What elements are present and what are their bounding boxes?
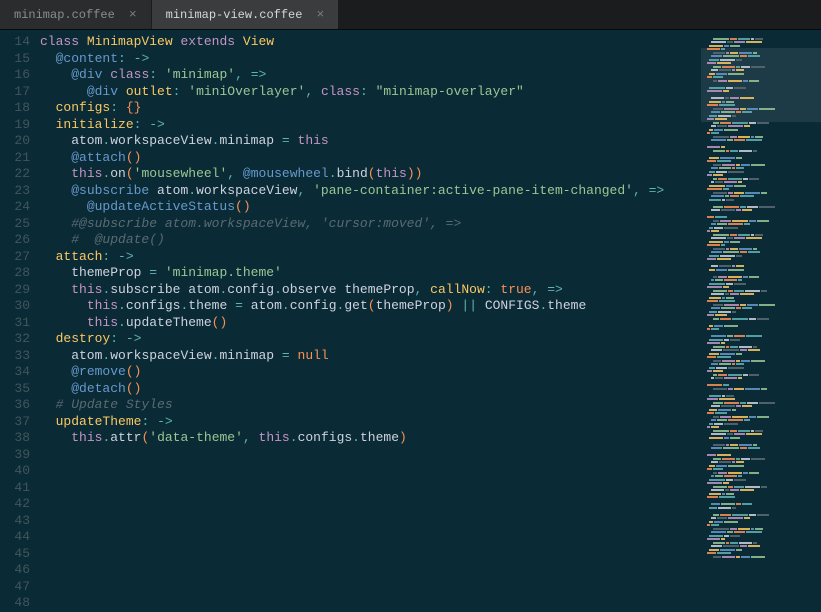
- code-line: @div class: 'minimap', =>: [40, 67, 701, 84]
- minimap-content: [705, 34, 817, 559]
- code-line: this.configs.theme = atom.config.get(the…: [40, 298, 701, 315]
- code-line: this.subscribe atom.config.observe theme…: [40, 282, 701, 299]
- close-icon[interactable]: ×: [129, 7, 137, 22]
- tab-bar-filler: [339, 0, 821, 29]
- line-number-gutter: 14 15 16 17 18 19 20 21 22 23 24 25 26 2…: [0, 30, 40, 608]
- code-line: @updateActiveStatus(): [40, 199, 701, 216]
- code-area[interactable]: class MinimapView extends View @content:…: [40, 30, 701, 608]
- code-line: @remove(): [40, 364, 701, 381]
- code-line: atom.workspaceView.minimap = this: [40, 133, 701, 150]
- code-line: @content: ->: [40, 51, 701, 68]
- code-line: @detach(): [40, 381, 701, 398]
- code-line: # Update Styles: [40, 397, 701, 414]
- code-line: @attach(): [40, 150, 701, 167]
- code-line: this.attr('data-theme', this.configs.the…: [40, 430, 701, 447]
- code-line: initialize: ->: [40, 117, 701, 134]
- code-line: @div outlet: 'miniOverlayer', class: "mi…: [40, 84, 701, 101]
- code-line: #@subscribe atom.workspaceView, 'cursor:…: [40, 216, 701, 233]
- code-line: destroy: ->: [40, 331, 701, 348]
- code-line: updateTheme: ->: [40, 414, 701, 431]
- tab-label: minimap-view.coffee: [166, 8, 303, 22]
- code-line: @subscribe atom.workspaceView, 'pane-con…: [40, 183, 701, 200]
- tab-bar: minimap.coffee × minimap-view.coffee ×: [0, 0, 821, 30]
- close-icon[interactable]: ×: [316, 7, 324, 22]
- code-line: this.updateTheme(): [40, 315, 701, 332]
- tab-minimap-view-coffee[interactable]: minimap-view.coffee ×: [152, 0, 340, 29]
- code-line: # @update(): [40, 232, 701, 249]
- minimap[interactable]: [701, 30, 821, 608]
- tab-minimap-coffee[interactable]: minimap.coffee ×: [0, 0, 152, 29]
- code-line: themeProp = 'minimap.theme': [40, 265, 701, 282]
- tab-label: minimap.coffee: [14, 8, 115, 22]
- code-line: class MinimapView extends View: [40, 34, 701, 51]
- code-line: this.on('mousewheel', @mousewheel.bind(t…: [40, 166, 701, 183]
- code-line: attach: ->: [40, 249, 701, 266]
- code-line: atom.workspaceView.minimap = null: [40, 348, 701, 365]
- editor: 14 15 16 17 18 19 20 21 22 23 24 25 26 2…: [0, 30, 821, 608]
- code-line: configs: {}: [40, 100, 701, 117]
